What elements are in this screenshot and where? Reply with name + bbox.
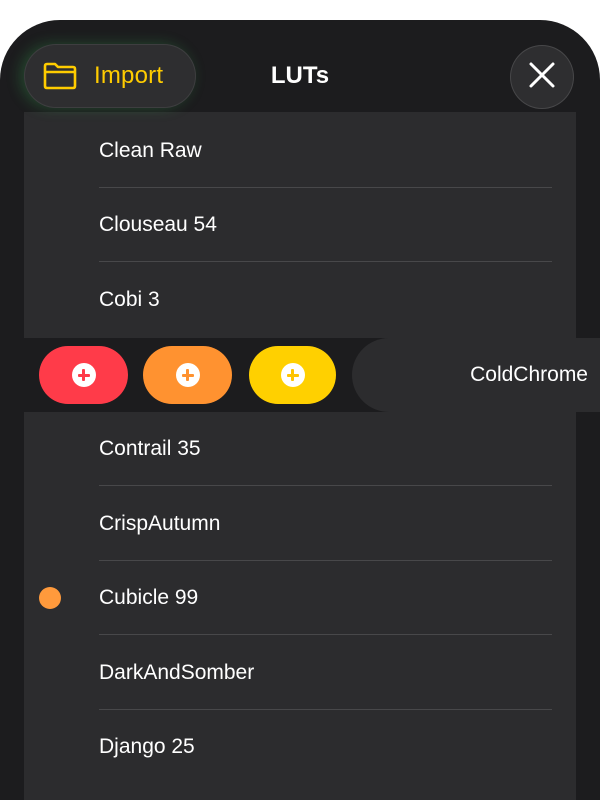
lut-sheet: Import LUTs Clean Raw Clouseau 54 Cobi 3: [0, 20, 600, 800]
list-item-label: Clouseau 54: [99, 213, 217, 236]
list-item[interactable]: Clouseau 54: [24, 188, 576, 262]
close-icon: [528, 61, 556, 94]
list-item-selected[interactable]: Cubicle 99: [24, 561, 576, 635]
list-item-label: Cubicle 99: [99, 586, 199, 609]
list-item-label: Contrail 35: [99, 437, 201, 460]
swiped-list-item: ColdChrome: [24, 338, 600, 412]
swipe-action-yellow[interactable]: [249, 346, 336, 404]
divider: [99, 634, 552, 635]
list-item-label: DarkAndSomber: [99, 661, 255, 684]
divider: [99, 485, 552, 486]
divider: [99, 261, 552, 262]
plus-circle-icon: [71, 363, 96, 387]
list-item-label: Clean Raw: [99, 139, 202, 162]
list-item[interactable]: DarkAndSomber: [24, 636, 576, 710]
plus-circle-icon: [280, 363, 305, 387]
list-item[interactable]: Django 25: [24, 710, 576, 784]
list-item-label: CrispAutumn: [99, 512, 221, 535]
list-item-label: Cobi 3: [99, 288, 160, 311]
list-item-label: ColdChrome: [470, 363, 588, 386]
list-item[interactable]: Clean Raw: [24, 114, 576, 188]
list-item[interactable]: Contrail 35: [24, 412, 576, 486]
swipe-action-orange[interactable]: [143, 346, 232, 404]
swipe-action-red[interactable]: [39, 346, 128, 404]
list-item-label: Django 25: [99, 735, 195, 758]
close-button[interactable]: [510, 45, 574, 109]
list-item[interactable]: ColdChrome: [352, 338, 600, 412]
plus-circle-icon: [175, 363, 200, 387]
list-item[interactable]: Cobi 3: [24, 263, 576, 337]
list-item[interactable]: CrispAutumn: [24, 487, 576, 561]
selected-indicator: [39, 587, 61, 609]
